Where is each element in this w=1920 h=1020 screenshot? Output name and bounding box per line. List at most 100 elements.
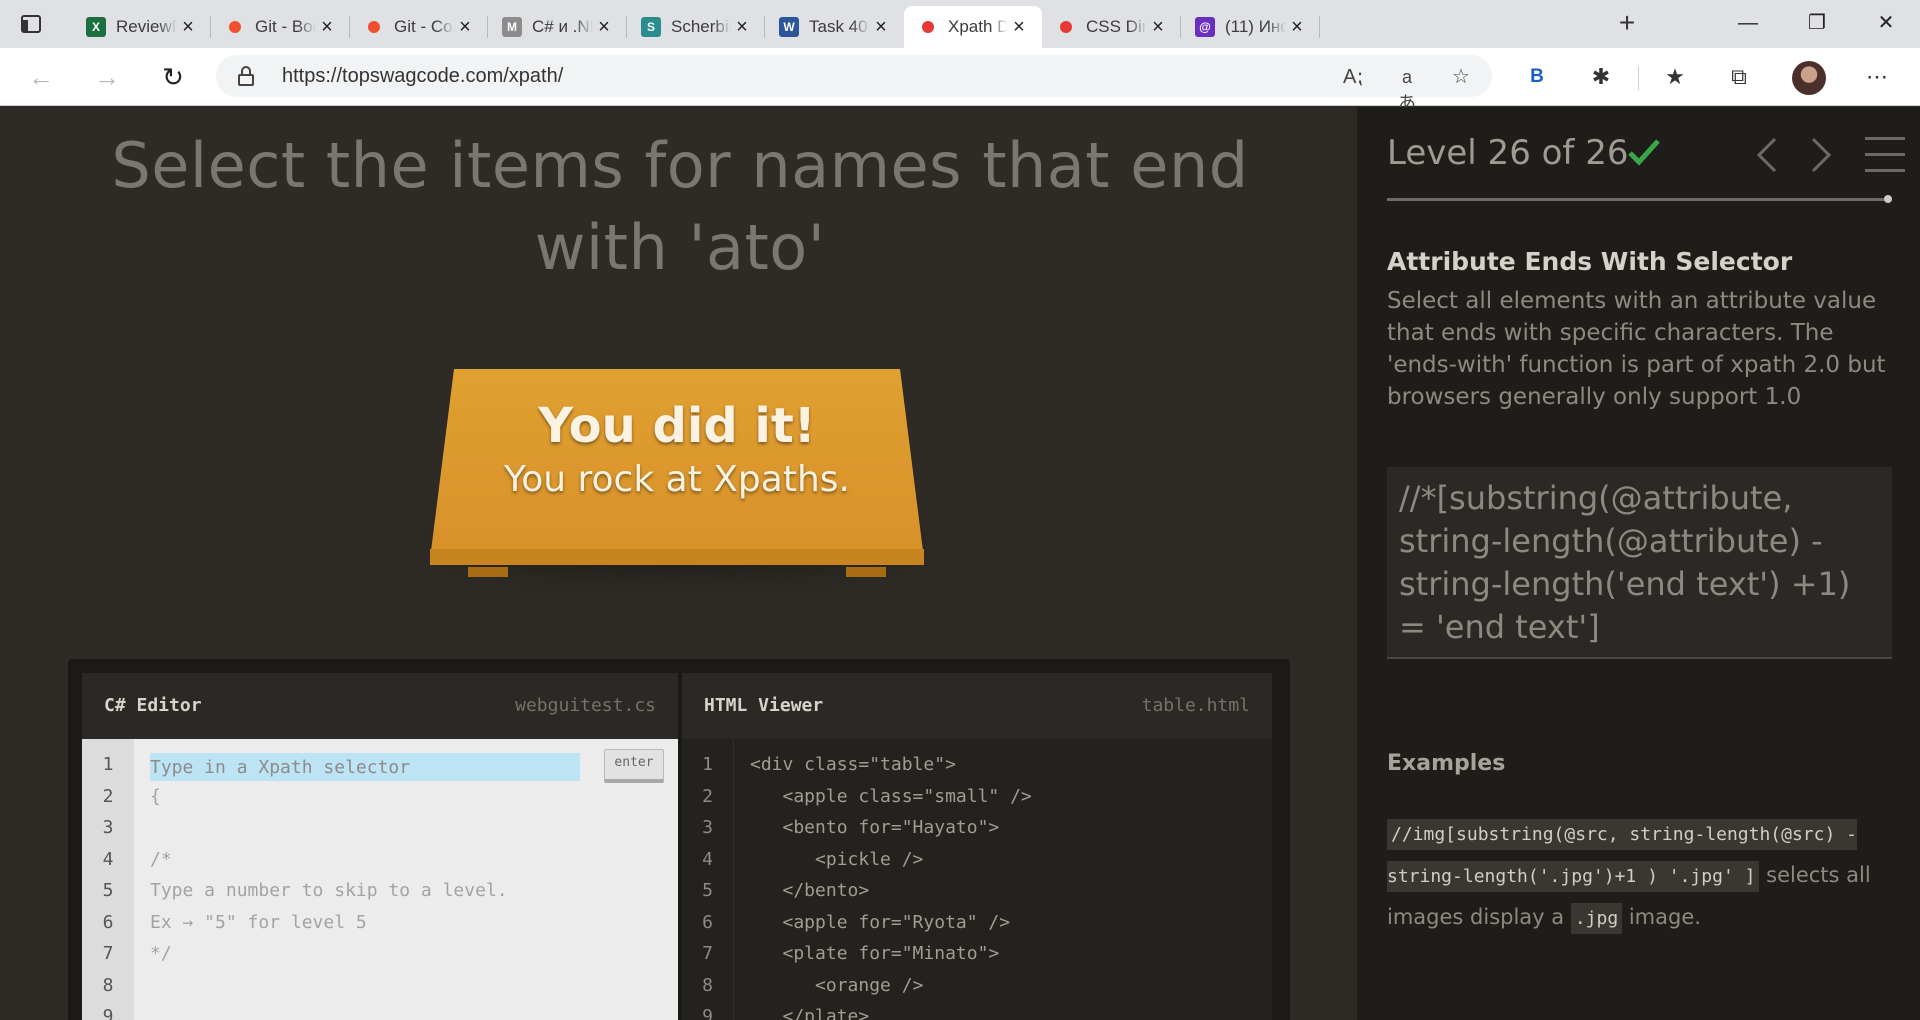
level-sidebar: Level 26 of 26 Attribute Ends With Selec…: [1357, 107, 1920, 1020]
git-icon: [225, 17, 245, 37]
selector-description: Select all elements with an attribute va…: [1387, 288, 1886, 410]
tab-close-icon[interactable]: ×: [1147, 16, 1169, 38]
read-aloud-icon[interactable]: A⁏: [1340, 64, 1366, 90]
word-icon: W: [779, 17, 799, 37]
example-inline-code: .jpg: [1570, 903, 1623, 934]
tab-title: ReviewResults: [116, 17, 177, 36]
tab-title: CSS Diner: [1086, 17, 1147, 36]
tab-close-icon[interactable]: ×: [316, 16, 338, 38]
css-diner-icon: [1056, 17, 1076, 37]
xpath-diner-icon: [918, 17, 938, 37]
tab-close-icon[interactable]: ×: [1008, 16, 1030, 38]
favorites-icon[interactable]: ★: [1660, 62, 1690, 92]
editor-code: { /* Type a number to skip to a level. E…: [150, 785, 508, 965]
level-progress-knob: [1884, 195, 1892, 203]
back-button[interactable]: ←: [26, 62, 56, 92]
tab-close-icon[interactable]: ×: [731, 16, 753, 38]
browser-tab[interactable]: @ (11) Информ×: [1181, 6, 1320, 48]
level-instruction: Select the items for names that end with…: [111, 129, 1249, 284]
html-viewer-body: 1 2 3 4 5 6 7 8 9 <div class="table"> <a…: [682, 739, 1272, 1020]
browser-toolbar: ← → ↻ https://topswagcode.com/xpath/ A⁏ …: [0, 48, 1920, 113]
browser-tab[interactable]: Git - Book×: [211, 6, 350, 48]
close-window-button[interactable]: ✕: [1866, 8, 1906, 38]
level-menu-button[interactable]: [1865, 137, 1905, 173]
level-header: Level 26 of 26: [1387, 129, 1905, 175]
tab-title: Scherbinina: [671, 17, 731, 36]
selector-syntax: //*[substring(@attribute, string-length(…: [1387, 467, 1892, 659]
tab-actions-icon: [21, 15, 41, 33]
html-viewer-header: HTML Viewer table.html: [682, 673, 1272, 739]
tab-title: (11) Информ: [1225, 17, 1286, 36]
bing-icon[interactable]: B: [1522, 62, 1552, 92]
table: You did it! You rock at Xpaths.: [430, 369, 930, 609]
html-viewer-code: <div class="table"> <apple class="small"…: [750, 754, 1032, 1020]
enter-button[interactable]: enter: [604, 749, 664, 783]
refresh-button[interactable]: ↻: [158, 62, 188, 92]
mail-icon: @: [1195, 17, 1215, 37]
git-icon: [364, 17, 384, 37]
sharepoint-icon: S: [641, 17, 661, 37]
forward-button[interactable]: →: [92, 62, 122, 92]
url-text[interactable]: https://topswagcode.com/xpath/: [282, 65, 563, 88]
browser-tab[interactable]: Xpath Diner×: [904, 6, 1042, 48]
browser-tab[interactable]: M C# и .NET×: [488, 6, 627, 48]
tab-title: Task 40.docx: [809, 17, 870, 36]
gmail-icon: M: [502, 17, 522, 37]
add-favorite-icon[interactable]: ☆: [1448, 64, 1474, 90]
tab-title: Git - Создание: [394, 17, 454, 36]
html-viewer-title: HTML Viewer: [704, 695, 824, 716]
level-indicator: Level 26 of 26: [1387, 133, 1629, 173]
more-menu-icon[interactable]: ⋯: [1862, 62, 1892, 92]
profile-avatar[interactable]: [1792, 61, 1826, 95]
example-item: //img[substring(@src, string-length(@src…: [1387, 813, 1892, 939]
restore-button[interactable]: ❐: [1797, 8, 1837, 38]
address-bar[interactable]: https://topswagcode.com/xpath/ A⁏ aあ ☆: [216, 55, 1492, 113]
tab-actions-button[interactable]: [18, 12, 44, 36]
tab-close-icon[interactable]: ×: [1286, 16, 1308, 38]
tab-close-icon[interactable]: ×: [454, 16, 476, 38]
tab-strip: XReviewResults×Git - Book×Git - Создание…: [0, 0, 1920, 48]
tab-title: Git - Book: [255, 17, 316, 36]
browser-tab[interactable]: CSS Diner×: [1042, 6, 1181, 48]
tab-close-icon[interactable]: ×: [870, 16, 892, 38]
browser-tab[interactable]: Git - Создание×: [350, 6, 488, 48]
tab-close-icon[interactable]: ×: [177, 16, 199, 38]
selector-editor-header: C# Editor webguitest.cs: [82, 673, 678, 739]
previous-level-button[interactable]: [1753, 135, 1781, 175]
collections-icon[interactable]: ⧉: [1724, 62, 1754, 92]
win-message: You did it! You rock at Xpaths.: [430, 397, 924, 505]
tab-title: Xpath Diner: [948, 17, 1008, 36]
minimize-button[interactable]: —: [1728, 8, 1768, 38]
html-viewer: HTML Viewer table.html 1 2 3 4 5 6 7 8 9…: [682, 673, 1272, 1020]
editor-panel: C# Editor webguitest.cs 1 2 3 4 5 6 7 8 …: [68, 659, 1290, 1020]
tab-title: C# и .NET: [532, 17, 593, 36]
browser-tab[interactable]: W Task 40.docx×: [765, 6, 904, 48]
next-level-button[interactable]: [1807, 135, 1835, 175]
browser-tab[interactable]: S Scherbinina×: [627, 6, 765, 48]
check-icon: [1628, 139, 1660, 166]
selector-editor-filename: webguitest.cs: [515, 695, 656, 716]
win-title: You did it!: [538, 398, 816, 454]
excel-icon: X: [86, 17, 106, 37]
translate-icon[interactable]: aあ: [1394, 64, 1420, 113]
tab-close-icon[interactable]: ×: [593, 16, 615, 38]
game-area: Select the items for names that end with…: [0, 107, 1357, 1020]
extensions-icon[interactable]: ✱: [1586, 62, 1616, 92]
html-viewer-filename: table.html: [1141, 695, 1250, 716]
selector-name: Attribute Ends With Selector: [1387, 247, 1793, 276]
example-text-end: image.: [1622, 905, 1701, 929]
line-numbers: 1 2 3 4 5 6 7 8 9: [682, 739, 734, 1020]
level-progress-fill: [1387, 198, 1892, 201]
new-tab-button[interactable]: +: [1613, 9, 1641, 38]
win-subtitle: You rock at Xpaths.: [504, 459, 850, 500]
table-leg-left: [468, 567, 508, 577]
selector-input[interactable]: [150, 753, 580, 781]
browser-tab[interactable]: X ReviewResults×: [72, 6, 211, 48]
selector-editor-body: 1 2 3 4 5 6 7 8 9 enter { /* Type a numb…: [82, 739, 678, 1020]
line-numbers: 1 2 3 4 5 6 7 8 9: [82, 739, 134, 1020]
level-progress-bar: [1387, 195, 1892, 203]
selector-editor-title: C# Editor: [104, 695, 202, 716]
tab-divider: [1319, 16, 1320, 38]
lock-icon[interactable]: [238, 66, 254, 86]
page-content: Select the items for names that end with…: [0, 107, 1920, 1020]
